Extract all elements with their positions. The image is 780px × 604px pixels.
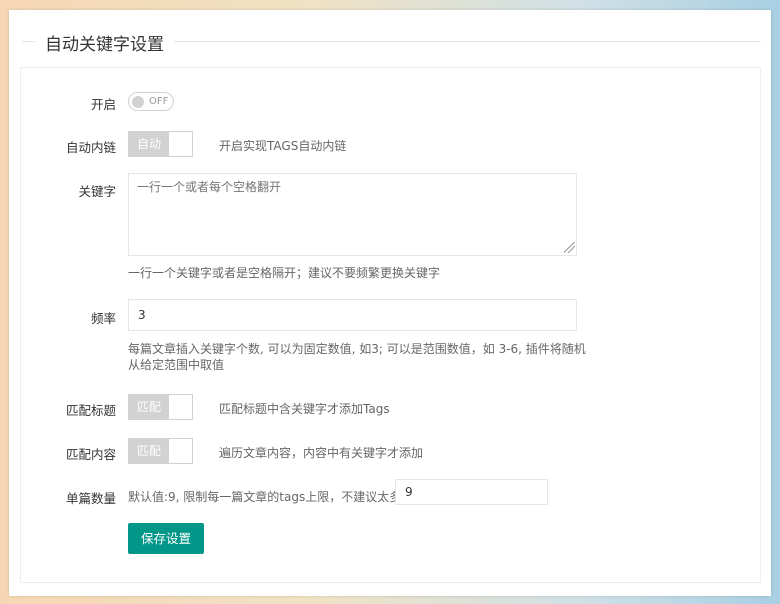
- frequency-input[interactable]: 3: [128, 299, 577, 331]
- frequency-label: 频率: [90, 311, 116, 326]
- keywords-label: 关键字: [78, 184, 116, 199]
- match-content-checkbox[interactable]: 匹配: [128, 438, 193, 464]
- max-count-label: 单篇数量: [65, 491, 116, 506]
- save-button[interactable]: 保存设置: [128, 523, 204, 554]
- resize-grip-icon[interactable]: [564, 242, 575, 253]
- match-title-checkbox-text: 匹配: [129, 395, 169, 419]
- enable-label: 开启: [90, 97, 116, 112]
- match-content-label: 匹配内容: [65, 447, 116, 462]
- match-title-label: 匹配标题: [65, 403, 116, 418]
- max-count-input[interactable]: 9: [395, 479, 548, 505]
- enable-switch[interactable]: OFF: [128, 92, 174, 111]
- frequency-hint-line1: 每篇文章插入关键字个数, 可以为固定数值, 如3; 可以是范围数值，如 3-6,…: [128, 342, 586, 356]
- match-title-checkbox[interactable]: 匹配: [128, 394, 193, 420]
- switch-text: OFF: [149, 96, 169, 107]
- switch-knob: [132, 96, 144, 108]
- auto-link-checkbox-text: 自动: [129, 132, 169, 156]
- match-title-hint: 匹配标题中含关键字才添加Tags: [219, 402, 390, 416]
- max-count-hint: 默认值:9, 限制每一篇文章的tags上限，不建议太多: [128, 490, 402, 504]
- keywords-hint: 一行一个关键字或者是空格隔开；建议不要频繁更换关键字: [128, 266, 441, 280]
- page-title: 自动关键字设置: [35, 30, 174, 55]
- frequency-hint-line2: 从给定范围中取值: [128, 358, 225, 372]
- match-content-hint: 遍历文章内容，内容中有关键字才添加: [219, 446, 424, 460]
- auto-link-label: 自动内链: [65, 140, 116, 155]
- match-content-checkbox-text: 匹配: [129, 439, 169, 463]
- auto-link-checkbox[interactable]: 自动: [128, 131, 193, 157]
- keywords-textarea[interactable]: [128, 173, 577, 256]
- auto-link-hint: 开启实现TAGS自动内链: [219, 139, 347, 153]
